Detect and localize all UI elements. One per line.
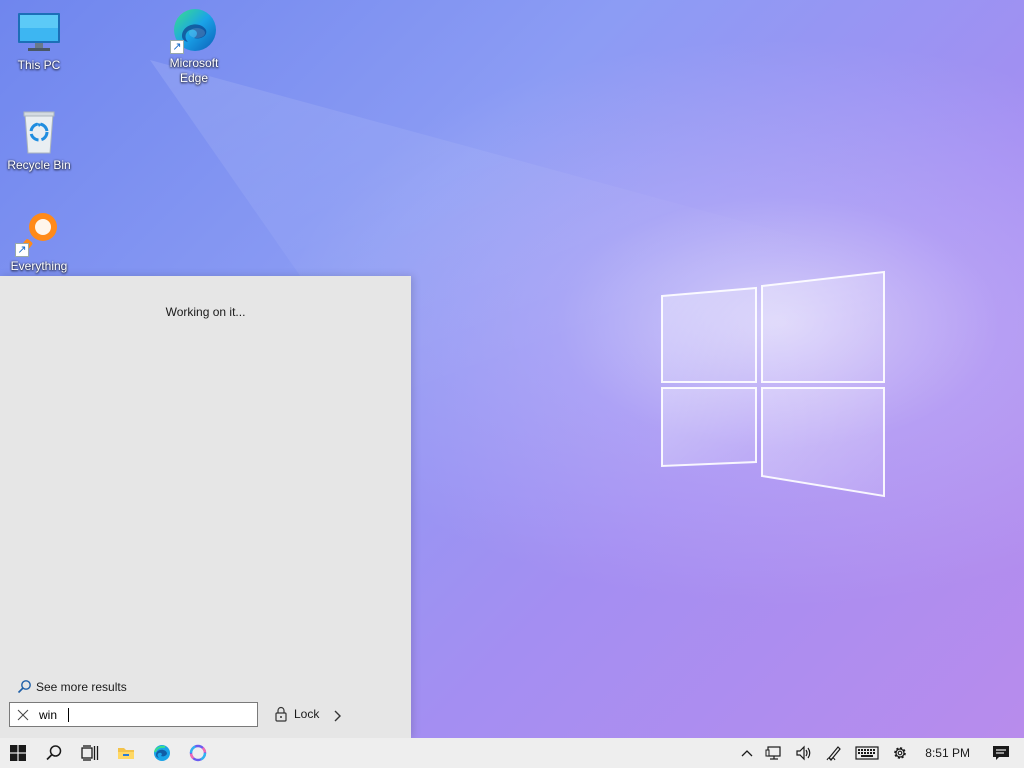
search-input[interactable]	[36, 703, 257, 726]
show-hidden-icons-button[interactable]	[735, 738, 759, 768]
search-box[interactable]	[9, 702, 258, 727]
desktop-icon-label: Recycle Bin	[7, 158, 71, 172]
see-more-results-link[interactable]: See more results	[16, 679, 127, 695]
edge-icon: ↗	[170, 6, 218, 54]
edge-taskbar-button[interactable]	[144, 738, 180, 768]
desktop-icon-this-pc[interactable]: This PC	[1, 8, 77, 73]
taskbar: 8:51 PM	[0, 738, 1024, 768]
desktop-icon-label: This PC	[17, 58, 61, 72]
text-caret	[68, 708, 69, 722]
start-search-panel: Working on it... See more results Lock	[0, 276, 411, 738]
shortcut-arrow-icon: ↗	[170, 40, 184, 54]
pen-icon	[826, 746, 842, 762]
clear-search-button[interactable]	[10, 703, 36, 726]
taskbar-search-button[interactable]	[36, 738, 72, 768]
desktop-icon-label: Microsoft Edge	[169, 56, 219, 85]
recycle-bin-icon	[15, 108, 63, 156]
lock-icon	[275, 706, 287, 722]
chevron-right-icon	[334, 710, 341, 722]
close-icon	[17, 709, 29, 720]
network-icon	[765, 746, 781, 760]
see-more-results-label: See more results	[36, 680, 127, 694]
copilot-icon	[189, 744, 207, 762]
desktop-icon-microsoft-edge[interactable]: ↗ Microsoft Edge	[156, 6, 232, 86]
copilot-taskbar-button[interactable]	[180, 738, 216, 768]
search-icon	[17, 680, 31, 694]
volume-icon	[796, 745, 811, 761]
network-button[interactable]	[759, 738, 789, 768]
system-tray: 8:51 PM	[735, 738, 1024, 768]
taskbar-clock[interactable]: 8:51 PM	[915, 738, 982, 768]
touch-keyboard-button[interactable]	[849, 738, 885, 768]
volume-button[interactable]	[789, 738, 819, 768]
notification-icon	[993, 746, 1009, 760]
windows-logo-wallpaper	[661, 270, 885, 498]
edge-icon	[154, 745, 170, 761]
start-icon	[10, 745, 26, 761]
power-options-button[interactable]	[332, 709, 342, 726]
desktop-icon-everything[interactable]: ↗ Everything	[1, 209, 77, 274]
monitor-icon	[15, 8, 63, 56]
search-icon	[46, 745, 62, 761]
gear-icon	[894, 747, 907, 759]
keyboard-icon	[855, 746, 879, 760]
pen-workspace-button[interactable]	[819, 738, 849, 768]
start-button[interactable]	[0, 738, 36, 768]
chevron-up-icon	[741, 750, 753, 757]
desktop-icon-label: Everything	[10, 259, 68, 273]
file-explorer-button[interactable]	[108, 738, 144, 768]
lock-label: Lock	[294, 707, 320, 721]
search-status-text: Working on it...	[165, 305, 246, 319]
magnifier-icon: ↗	[15, 209, 63, 257]
desktop-icon-recycle-bin[interactable]: Recycle Bin	[1, 108, 77, 173]
task-view-icon	[81, 745, 99, 761]
file-explorer-icon	[118, 748, 134, 759]
lock-button[interactable]: Lock	[274, 706, 319, 722]
action-center-button[interactable]	[982, 738, 1024, 768]
task-view-button[interactable]	[72, 738, 108, 768]
shortcut-arrow-icon: ↗	[15, 243, 29, 257]
settings-button[interactable]	[885, 738, 915, 768]
